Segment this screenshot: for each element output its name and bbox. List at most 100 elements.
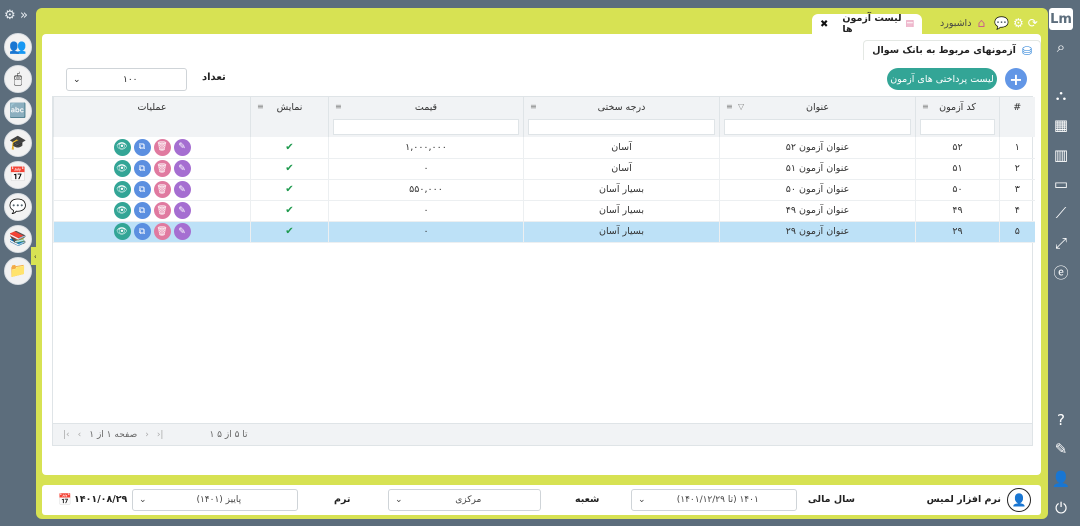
tab-dashboard[interactable]: داشبورد ⌂ — [940, 15, 985, 31]
mouse-app-icon[interactable]: 🖱 — [4, 65, 32, 93]
payment-list-button[interactable]: لیست پرداختی های آزمون — [887, 68, 997, 90]
edit-icon[interactable]: ✎ — [173, 138, 191, 156]
abc-board-app-icon[interactable]: 🔤 — [4, 97, 32, 125]
calendar-icon[interactable]: 📅 — [58, 493, 72, 506]
main-frame: ✖ لیست آزمون ها ▤ داشبورد ⌂ 💬 ⚙ ⟳ آزمونه… — [36, 8, 1048, 483]
help-icon[interactable]: ? — [1050, 411, 1072, 429]
trash-icon[interactable]: 🗑 — [153, 160, 171, 177]
column-menu-icon[interactable]: ≡ — [726, 102, 733, 111]
expand-icon[interactable]: ⤢ — [1050, 234, 1072, 252]
term-select[interactable]: ⌄ پاییز (۱۴۰۱) — [132, 489, 298, 511]
filter-cell — [250, 117, 329, 137]
table-row[interactable]: ۲ ۵۱ عنوان آزمون ۵۱ آسان ۰ ✔ ✎ 🗑 ⧉ 👁 — [53, 158, 1035, 180]
bar-chart-icon[interactable]: ▥ — [1050, 146, 1072, 164]
graduation-app-icon[interactable]: 🎓 — [4, 129, 32, 157]
refresh-icon[interactable]: ⟳ — [1028, 16, 1038, 30]
copy-icon[interactable]: ⧉ — [133, 138, 151, 156]
cell-difficulty: آسان — [523, 137, 720, 159]
filter-cell — [53, 117, 251, 137]
dashboard-grid-icon[interactable]: ▦ — [1050, 116, 1072, 134]
search-icon[interactable]: ⌕ — [1050, 38, 1072, 56]
cell-index: ۴ — [999, 200, 1035, 222]
chat-icon[interactable]: 💬 — [994, 16, 1009, 30]
prev-page-icon[interactable]: ‹ — [78, 430, 82, 440]
table-row[interactable]: ۳ ۵۰ عنوان آزمون ۵۰ بسیار آسان ۵۵۰,۰۰۰ ✔ ✎ 🗑 ⧉ 👁 — [53, 179, 1035, 201]
cell-price: ۰ — [328, 221, 524, 243]
filter-difficulty-input[interactable] — [528, 119, 715, 135]
table-row[interactable]: ۴ ۴۹ عنوان آزمون ۴۹ بسیار آسان ۰ ✔ ✎ 🗑 ⧉ 👁 — [53, 200, 1035, 222]
column-menu-icon[interactable]: ≡ — [335, 102, 342, 111]
filter-code-input[interactable] — [920, 119, 995, 135]
eye-icon[interactable]: 👁 — [113, 181, 131, 198]
edit-icon[interactable]: ✎ — [173, 160, 191, 177]
browser-icon[interactable]: ⓔ — [1050, 263, 1072, 282]
copy-icon[interactable]: ⧉ — [133, 223, 151, 240]
copy-icon[interactable]: ⧉ — [133, 202, 151, 219]
fiscal-year-select[interactable]: ⌄ (تا ۱۴۰۱/۱۲/۲۹) ۱۴۰۱ — [631, 489, 797, 511]
column-menu-icon[interactable]: ≡ — [530, 102, 537, 111]
gear-icon[interactable]: ⚙ — [4, 9, 16, 23]
chat-app-icon[interactable]: 💬 — [4, 193, 32, 221]
edit-icon[interactable]: ✎ — [173, 202, 191, 219]
trash-icon[interactable]: 🗑 — [153, 202, 171, 219]
tab-dashboard-label: داشبورد — [940, 17, 972, 29]
col-price-header[interactable]: قیمت ≡ — [328, 97, 524, 117]
trash-icon[interactable]: 🗑 — [153, 223, 171, 240]
trash-icon[interactable]: 🗑 — [153, 138, 171, 156]
page-title: آزمونهای مربوط به بانک سوال ⛁ — [863, 40, 1041, 60]
credit-card-icon[interactable]: ▭ — [1050, 175, 1072, 193]
next-page-icon[interactable]: › — [145, 430, 149, 440]
filter-title-input[interactable] — [724, 119, 911, 135]
column-menu-icon[interactable]: ≡ — [922, 102, 929, 111]
edit-icon[interactable]: ✎ — [173, 223, 191, 240]
power-icon[interactable]: ⏻ — [1050, 499, 1072, 517]
table-row[interactable]: ۱ ۵۲ عنوان آزمون ۵۲ آسان ۱,۰۰۰,۰۰۰ ✔ ✎ 🗑 ⧉ 👁 — [53, 137, 1035, 159]
settings-icon[interactable]: ⚙ — [1013, 16, 1024, 30]
count-select[interactable]: ⌄ ۱۰۰ — [66, 68, 187, 91]
eye-icon[interactable]: 👁 — [113, 138, 131, 156]
students-app-icon[interactable]: 👥 — [4, 33, 32, 61]
eye-icon[interactable]: 👁 — [113, 223, 131, 240]
eye-icon[interactable]: 👁 — [113, 202, 131, 219]
last-page-icon[interactable]: ›| — [157, 430, 164, 440]
org-chart-icon[interactable]: ⛬ — [1050, 86, 1072, 104]
cell-index: ۱ — [999, 137, 1035, 159]
filter-icon[interactable]: ▽ — [738, 102, 744, 111]
col-index-header[interactable]: # — [999, 97, 1035, 117]
tab-exam-list[interactable]: ✖ لیست آزمون ها ▤ — [812, 13, 922, 35]
eye-icon[interactable]: 👁 — [113, 160, 131, 177]
trash-icon[interactable]: 🗑 — [153, 181, 171, 198]
cell-code: ۴۹ — [915, 200, 1000, 222]
edit-icon[interactable]: ✎ — [173, 181, 191, 198]
filter-price-input[interactable] — [333, 119, 519, 135]
count-label: تعداد — [202, 72, 226, 83]
cell-display: ✔ — [250, 158, 329, 180]
cell-price: ۰ — [328, 158, 524, 180]
row-actions: ✎ 🗑 ⧉ 👁 — [54, 160, 250, 177]
copy-icon[interactable]: ⧉ — [133, 181, 151, 198]
cell-display: ✔ — [250, 179, 329, 201]
user-avatar-icon[interactable]: 👤 — [1007, 488, 1031, 512]
column-menu-icon[interactable]: ≡ — [257, 102, 264, 111]
col-code-header[interactable]: کد آزمون ≡ — [915, 97, 1000, 117]
add-button[interactable]: + — [1005, 68, 1027, 90]
table-row[interactable]: ۵ ۲۹ عنوان آزمون ۲۹ بسیار آسان ۰ ✔ ✎ 🗑 ⧉ 👁 — [53, 221, 1035, 243]
cell-index: ۵ — [999, 221, 1035, 243]
database-icon: ⛁ — [1021, 43, 1032, 58]
col-display-header[interactable]: نمایش ≡ — [250, 97, 329, 117]
col-title-header[interactable]: عنوان ≡ ▽ — [719, 97, 916, 117]
user-icon[interactable]: 👤 — [1050, 470, 1072, 488]
cell-title: عنوان آزمون ۵۱ — [719, 158, 916, 180]
books-app-icon[interactable]: 📚 — [4, 225, 32, 253]
branch-select[interactable]: ⌄ مرکزی — [388, 489, 541, 511]
brush-icon[interactable]: ✎ — [1050, 440, 1072, 458]
first-page-icon[interactable]: |‹ — [63, 430, 70, 440]
close-icon[interactable]: ✖ — [820, 19, 828, 30]
copy-icon[interactable]: ⧉ — [133, 160, 151, 177]
folder-app-icon[interactable]: 📁 — [4, 257, 32, 285]
cell-code: ۲۹ — [915, 221, 1000, 243]
calendar-app-icon[interactable]: 📅 — [4, 161, 32, 189]
col-difficulty-header[interactable]: درجه سختی ≡ — [523, 97, 720, 117]
line-chart-icon[interactable]: ⟋ — [1050, 204, 1072, 222]
double-chevron-right-icon[interactable]: » — [20, 9, 28, 23]
